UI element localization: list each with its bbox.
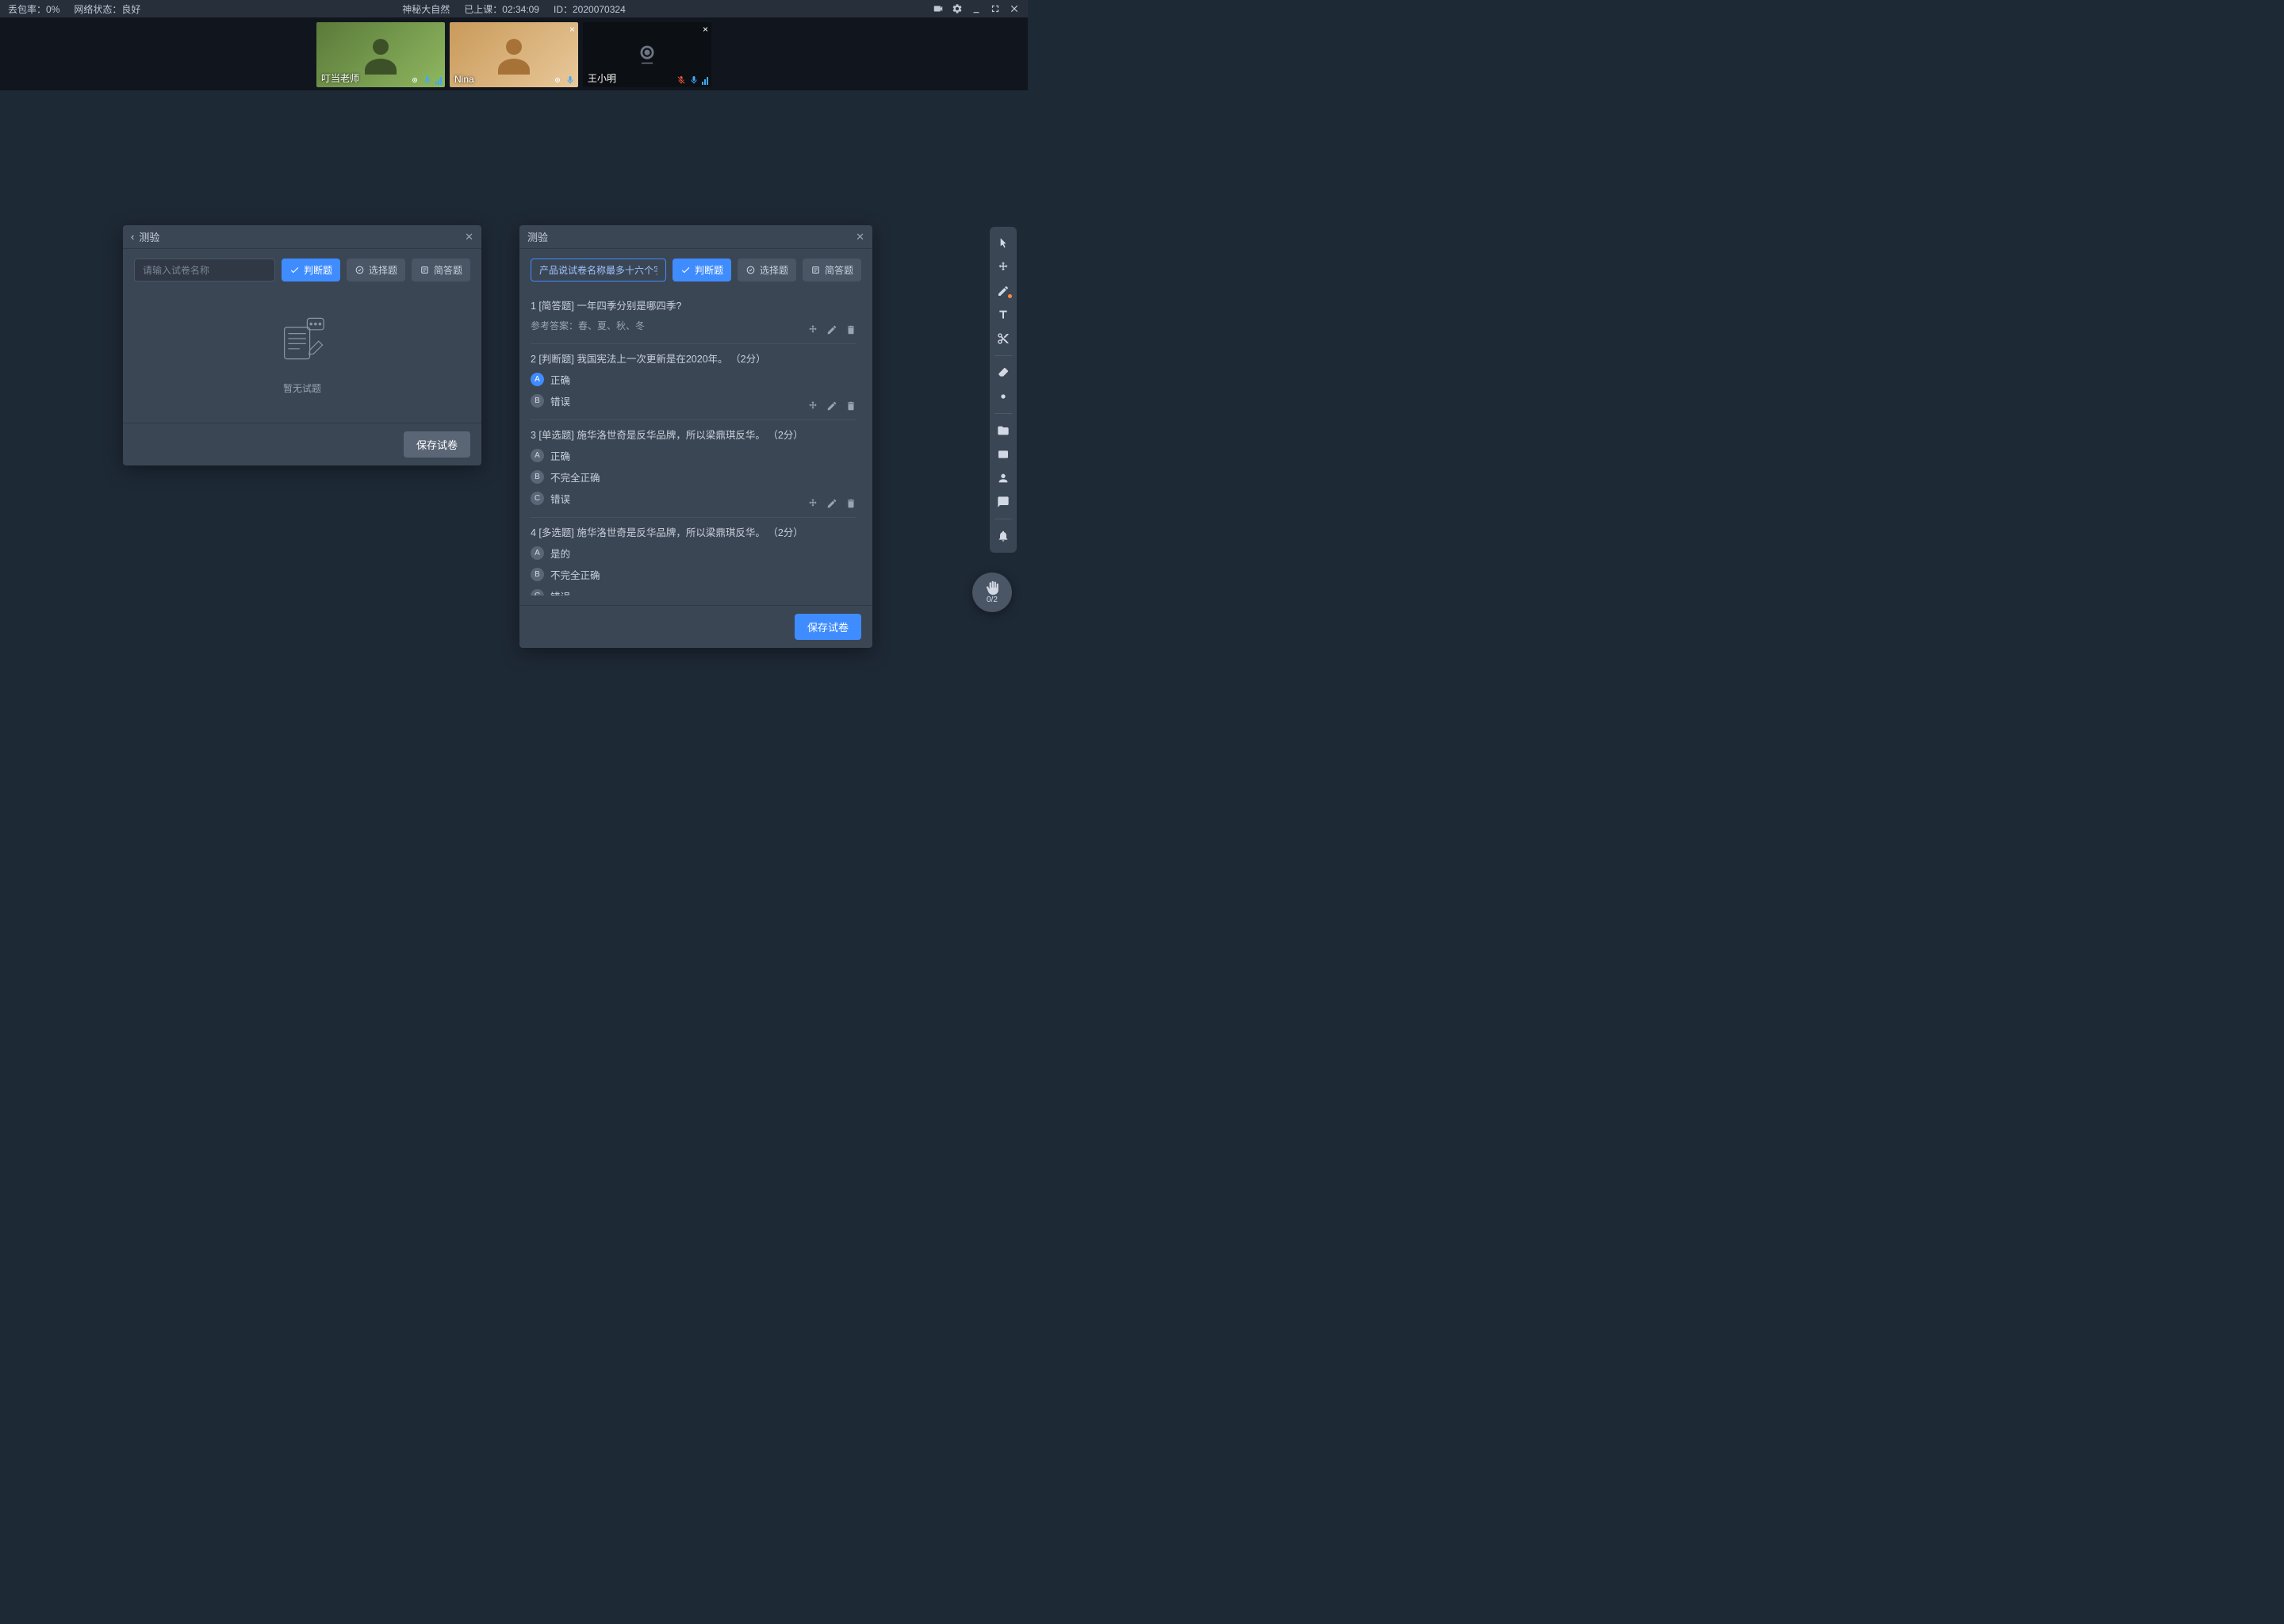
move-icon[interactable] bbox=[807, 400, 818, 412]
video-tile[interactable]: × Nina bbox=[450, 22, 578, 87]
question-title: 2 [判断题] 我国宪法上一次更新是在2020年。 （2分） bbox=[531, 350, 856, 366]
question-option[interactable]: C错误 bbox=[531, 588, 856, 596]
question-actions bbox=[807, 400, 856, 412]
question-item: 3 [单选题] 施华洛世奇是反华品牌，所以梁鼎琪反华。 （2分） A正确 B不完全正… bbox=[531, 420, 856, 518]
delete-icon[interactable] bbox=[845, 400, 856, 412]
participant-name: 叮当老师 bbox=[321, 71, 359, 85]
edit-icon[interactable] bbox=[826, 324, 837, 335]
scissors-tool[interactable] bbox=[991, 328, 1015, 349]
cursor-tool[interactable] bbox=[991, 233, 1015, 254]
question-title: 4 [多选题] 施华洛世奇是反华品牌，所以梁鼎琪反华。 （2分） bbox=[531, 524, 856, 539]
question-item: 4 [多选题] 施华洛世奇是反华品牌，所以梁鼎琪反华。 （2分） A是的 B不完全正… bbox=[531, 518, 856, 596]
mic-icon bbox=[565, 75, 575, 85]
close-window-icon[interactable] bbox=[1009, 3, 1020, 14]
question-option[interactable]: A正确 bbox=[531, 448, 856, 463]
folder-tool[interactable] bbox=[991, 420, 1015, 441]
question-list[interactable]: 1 [简答题] 一年四季分别是哪四季?参考答案：春、夏、秋、冬 2 [判断题] 我… bbox=[531, 291, 861, 596]
move-tool[interactable] bbox=[991, 257, 1015, 278]
session-id: ID：2020070324 bbox=[554, 2, 626, 16]
question-item: 1 [简答题] 一年四季分别是哪四季?参考答案：春、夏、秋、冬 bbox=[531, 291, 856, 344]
mic-icon bbox=[689, 75, 699, 85]
right-toolbar bbox=[990, 227, 1017, 553]
hand-count: 0/2 bbox=[987, 596, 998, 604]
quiz-panel-empty: ‹ 测验 ✕ 判断题 选择题 简答题 bbox=[123, 225, 481, 465]
save-quiz-button[interactable]: 保存试卷 bbox=[795, 614, 861, 640]
delete-icon[interactable] bbox=[845, 324, 856, 335]
media-tool[interactable] bbox=[991, 444, 1015, 465]
close-tile-icon[interactable]: × bbox=[703, 24, 708, 35]
brightness-tool[interactable] bbox=[991, 386, 1015, 407]
topbar: 丢包率：0% 网络状态：良好 神秘大自然 已上课：02:34:09 ID：202… bbox=[0, 0, 1028, 17]
panel-title: 测验 bbox=[527, 229, 548, 244]
participant-name: Nina bbox=[454, 74, 474, 85]
video-tile[interactable]: × 王小明 bbox=[583, 22, 711, 87]
question-option[interactable]: B不完全正确 bbox=[531, 567, 856, 582]
bell-tool[interactable] bbox=[991, 526, 1015, 546]
video-strip: 叮当老师 × Nina × 王小明 bbox=[0, 17, 1028, 90]
course-name: 神秘大自然 bbox=[402, 2, 450, 16]
panel-title: 测验 bbox=[139, 229, 159, 244]
chat-tool[interactable] bbox=[991, 492, 1015, 512]
true-false-button[interactable]: 判断题 bbox=[282, 259, 340, 282]
network-icon bbox=[553, 75, 562, 85]
video-tile[interactable]: 叮当老师 bbox=[316, 22, 445, 87]
question-title: 3 [单选题] 施华洛世奇是反华品牌，所以梁鼎琪反华。 （2分） bbox=[531, 427, 856, 442]
short-answer-button[interactable]: 简答题 bbox=[412, 259, 470, 282]
settings-icon[interactable] bbox=[952, 3, 963, 14]
choice-button[interactable]: 选择题 bbox=[347, 259, 405, 282]
raise-hand-button[interactable]: 0/2 bbox=[972, 573, 1012, 612]
network-icon bbox=[410, 75, 420, 85]
edit-icon[interactable] bbox=[826, 400, 837, 412]
fullscreen-icon[interactable] bbox=[990, 3, 1001, 14]
question-item: 2 [判断题] 我国宪法上一次更新是在2020年。 （2分）A正确B错误 bbox=[531, 344, 856, 420]
quiz-name-input[interactable] bbox=[531, 259, 666, 282]
delete-icon[interactable] bbox=[845, 498, 856, 509]
edit-icon[interactable] bbox=[826, 498, 837, 509]
elapsed-time: 已上课：02:34:09 bbox=[464, 2, 539, 16]
question-actions bbox=[807, 498, 856, 509]
move-icon[interactable] bbox=[807, 324, 818, 335]
eraser-tool[interactable] bbox=[991, 362, 1015, 383]
question-option[interactable]: B不完全正确 bbox=[531, 469, 856, 485]
user-tool[interactable] bbox=[991, 468, 1015, 488]
packet-loss: 丢包率：0% bbox=[8, 2, 59, 16]
move-icon[interactable] bbox=[807, 498, 818, 509]
true-false-button[interactable]: 判断题 bbox=[673, 259, 731, 282]
participant-name: 王小明 bbox=[588, 71, 616, 85]
save-quiz-button[interactable]: 保存试卷 bbox=[404, 431, 470, 458]
mic-muted-icon bbox=[676, 75, 686, 85]
question-title: 1 [简答题] 一年四季分别是哪四季? bbox=[531, 297, 856, 312]
choice-button[interactable]: 选择题 bbox=[738, 259, 796, 282]
short-answer-button[interactable]: 简答题 bbox=[803, 259, 861, 282]
close-panel-icon[interactable]: ✕ bbox=[856, 231, 864, 243]
question-actions bbox=[807, 324, 856, 335]
mic-icon bbox=[423, 75, 432, 85]
question-option[interactable]: A是的 bbox=[531, 546, 856, 561]
text-tool[interactable] bbox=[991, 304, 1015, 325]
quiz-panel-filled: 测验 ✕ 判断题 选择题 简答题 1 [简答题] 一年四季分别是哪四季?参考答案… bbox=[519, 225, 872, 648]
back-icon[interactable]: ‹ bbox=[131, 231, 134, 243]
camera-toggle-icon[interactable] bbox=[933, 3, 944, 14]
empty-text: 暂无试题 bbox=[283, 381, 321, 395]
pen-tool[interactable] bbox=[991, 281, 1015, 301]
network-status: 网络状态：良好 bbox=[74, 2, 140, 16]
close-panel-icon[interactable]: ✕ bbox=[465, 231, 473, 243]
quiz-name-input[interactable] bbox=[134, 259, 275, 282]
empty-state: 暂无试题 bbox=[134, 291, 470, 413]
close-tile-icon[interactable]: × bbox=[569, 24, 575, 35]
question-option[interactable]: A正确 bbox=[531, 372, 856, 387]
minimize-icon[interactable] bbox=[971, 3, 982, 14]
